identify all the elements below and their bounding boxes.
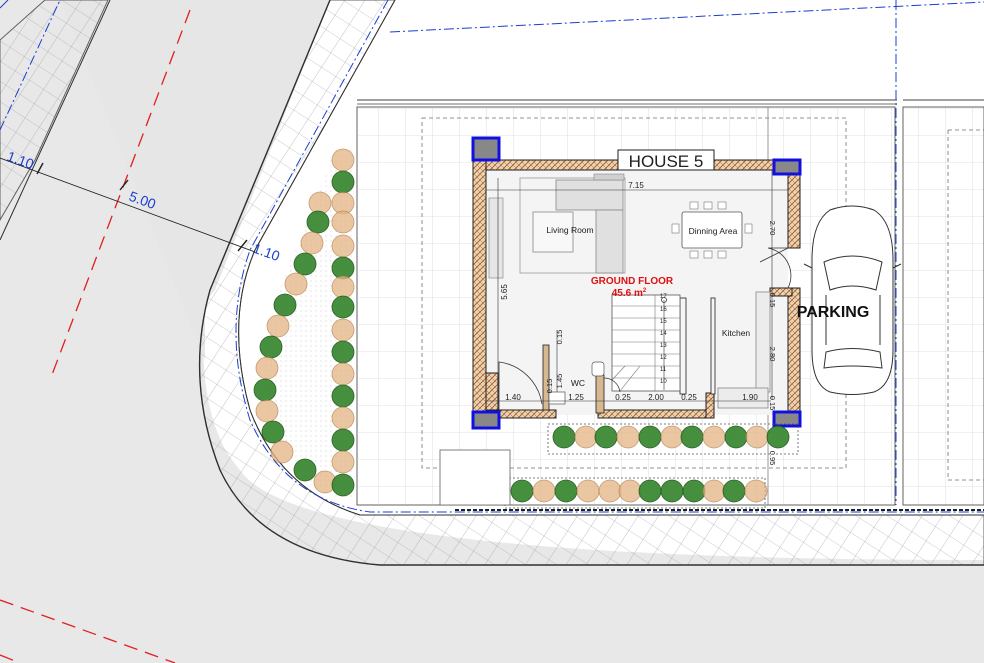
floor-plan-drawing: 1.10 5.00 1.10 HOUSE 5 Living Room Dinni… (0, 0, 984, 663)
dim-bottom-a: 1.40 (505, 393, 521, 402)
shrub-icon (331, 318, 355, 342)
dim-bottom-b: 1.25 (568, 393, 584, 402)
shrub-icon (300, 231, 324, 255)
tree-icon (660, 479, 684, 503)
tree-icon (261, 420, 285, 444)
dim-right-lower: 2.80 (768, 347, 777, 362)
step-13: 13 (660, 343, 667, 349)
room-label-kitchen: Kitchen (722, 328, 751, 338)
dim-right-mid: 0.15 (768, 293, 777, 308)
road-dimension-3: 1.10 (251, 240, 282, 264)
tree-icon (682, 479, 706, 503)
parked-car (803, 205, 902, 395)
parking-label: PARKING (797, 304, 870, 321)
dim-wc-mid: 1.45 (555, 374, 564, 389)
tree-icon (293, 252, 317, 276)
dim-wc-top: 0.15 (555, 330, 564, 345)
tree-icon (331, 170, 355, 194)
room-label-wc: WC (571, 378, 585, 388)
tree-icon (331, 384, 355, 408)
dim-bottom-f: 1.90 (742, 393, 758, 402)
tree-icon (273, 293, 297, 317)
dim-right-bottom: 0.15 (768, 396, 777, 411)
tree-icon (680, 425, 704, 449)
dim-left-height: 5.65 (500, 284, 509, 300)
shrub-icon (270, 440, 294, 464)
tree-icon (638, 479, 662, 503)
tree-icon (259, 335, 283, 359)
tree-icon (552, 425, 576, 449)
shrub-icon (331, 234, 355, 258)
kitchen-counter (755, 291, 771, 393)
shrub-icon (702, 425, 726, 449)
tree-icon (306, 210, 330, 234)
tree-icon (331, 295, 355, 319)
tree-icon (638, 425, 662, 449)
shrub-icon (618, 479, 642, 503)
tree-icon (253, 378, 277, 402)
step-11: 11 (660, 367, 667, 373)
shrub-icon (745, 425, 769, 449)
shrub-icon (284, 272, 308, 296)
shrub-icon (308, 191, 332, 215)
wc-fixture (591, 361, 605, 377)
shrub-icon (331, 406, 355, 430)
shrub-icon (255, 356, 279, 380)
shrub-icon (331, 275, 355, 299)
tree-icon (331, 340, 355, 364)
tree-icon (510, 479, 534, 503)
room-label-dining: Dinning Area (689, 226, 738, 236)
tree-icon (766, 425, 790, 449)
shrub-icon (744, 479, 768, 503)
step-14: 14 (660, 331, 667, 337)
tree-icon (722, 479, 746, 503)
dim-wc-small: 0.15 (545, 379, 554, 394)
shrub-icon (702, 479, 726, 503)
shrub-icon (576, 479, 600, 503)
shrub-icon (331, 148, 355, 172)
shrub-icon (532, 479, 556, 503)
shrub-icon (266, 314, 290, 338)
shrub-icon (331, 362, 355, 386)
tree-icon (724, 425, 748, 449)
tree-icon (293, 458, 317, 482)
step-16: 16 (660, 307, 667, 313)
tree-icon (554, 479, 578, 503)
floor-label: GROUND FLOOR (591, 276, 674, 287)
staircase (611, 294, 681, 392)
house-title: HOUSE 5 (629, 152, 704, 171)
tree-icon (594, 425, 618, 449)
shrub-icon (660, 425, 684, 449)
shrub-icon (598, 479, 622, 503)
step-17: 17 (660, 294, 667, 300)
step-10: 10 (660, 379, 667, 385)
dim-right-foot: 0.95 (768, 451, 777, 466)
tree-icon (331, 473, 355, 497)
shrub-icon (574, 425, 598, 449)
floor-area: 45.6 m2 (612, 288, 647, 299)
dim-bottom-c: 0.25 (615, 393, 631, 402)
dim-bottom-e: 0.25 (681, 393, 697, 402)
tree-icon (331, 428, 355, 452)
shrub-icon (255, 399, 279, 423)
dim-bottom-d: 2.00 (648, 393, 664, 402)
shrub-icon (331, 450, 355, 474)
shrub-icon (331, 210, 355, 234)
room-label-living: Living Room (546, 225, 593, 235)
shrub-icon (616, 425, 640, 449)
step-15: 15 (660, 319, 667, 325)
dim-right-upper: 2.70 (768, 221, 777, 236)
step-12: 12 (660, 355, 667, 361)
dim-top-width: 7.15 (628, 181, 644, 190)
